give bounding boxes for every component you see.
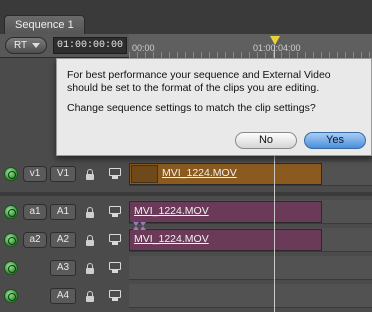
track-visibility-icon[interactable] [4, 167, 18, 181]
track-row-a4: A4 [0, 284, 372, 308]
track-row-a2: a2 A2 MVI_1224.MOV [0, 228, 372, 252]
playhead-marker-icon[interactable] [270, 36, 280, 45]
yes-button[interactable]: Yes [304, 132, 366, 149]
speaker-icon[interactable] [4, 289, 18, 303]
source-control[interactable]: a1 [23, 204, 47, 220]
audio-clip[interactable]: MVI_1224.MOV [129, 201, 322, 223]
destination-control[interactable]: A3 [50, 260, 76, 276]
track-lane[interactable] [129, 256, 372, 280]
clip-name: MVI_1224.MOV [134, 233, 209, 245]
dialog-message: For best performance your sequence and E… [67, 69, 331, 94]
lock-icon[interactable] [86, 207, 94, 218]
destination-control[interactable]: A2 [50, 232, 76, 248]
audio-tracks: a1 A1 MVI_1224.MOV a2 A2 MVI_1224.MOV A3… [0, 196, 372, 312]
source-control[interactable]: a2 [23, 232, 47, 248]
destination-control[interactable]: A1 [50, 204, 76, 220]
clip-thumbnail [131, 165, 158, 183]
link-indicator-icon [133, 222, 147, 230]
lock-icon[interactable] [86, 291, 94, 302]
auto-select-icon[interactable] [109, 206, 121, 217]
clip-name: MVI_1224.MOV [134, 205, 209, 217]
audio-clip[interactable]: MVI_1224.MOV [129, 229, 322, 251]
source-control[interactable]: v1 [23, 166, 47, 182]
speaker-icon[interactable] [4, 205, 18, 219]
tab-sequence[interactable]: Sequence 1 [4, 15, 85, 34]
destination-control[interactable]: V1 [50, 166, 76, 182]
rt-label: RT [14, 40, 28, 51]
track-row-a1: a1 A1 MVI_1224.MOV [0, 200, 372, 224]
auto-select-icon[interactable] [109, 290, 121, 301]
sequence-settings-dialog: For best performance your sequence and E… [56, 58, 372, 156]
track-lane[interactable] [129, 284, 372, 308]
destination-control[interactable]: A4 [50, 288, 76, 304]
rt-popup-button[interactable]: RT [5, 37, 47, 54]
dialog-question: Change sequence settings to match the cl… [67, 102, 316, 114]
lock-icon[interactable] [86, 235, 94, 246]
timecode-field[interactable]: 01:00:00:00 [53, 37, 127, 54]
lock-icon[interactable] [86, 169, 94, 180]
timeline-header: RT 01:00:00:00 00:00 01:00:04:00 [0, 34, 372, 58]
lock-icon[interactable] [86, 263, 94, 274]
speaker-icon[interactable] [4, 233, 18, 247]
speaker-icon[interactable] [4, 261, 18, 275]
video-clip[interactable]: MVI_1224.MOV [129, 163, 322, 185]
auto-select-icon[interactable] [109, 234, 121, 245]
auto-select-icon[interactable] [109, 262, 121, 273]
tab-bar: Sequence 1 [0, 0, 372, 34]
timeline-ruler[interactable]: 00:00 01:00:04:00 [129, 34, 372, 58]
no-button[interactable]: No [235, 132, 297, 149]
track-row-a3: A3 [0, 256, 372, 280]
auto-select-icon[interactable] [109, 168, 121, 179]
track-row-v1: v1 V1 MVI_1224.MOV [0, 162, 372, 186]
chevron-down-icon [32, 43, 40, 48]
clip-name: MVI_1224.MOV [162, 167, 237, 179]
